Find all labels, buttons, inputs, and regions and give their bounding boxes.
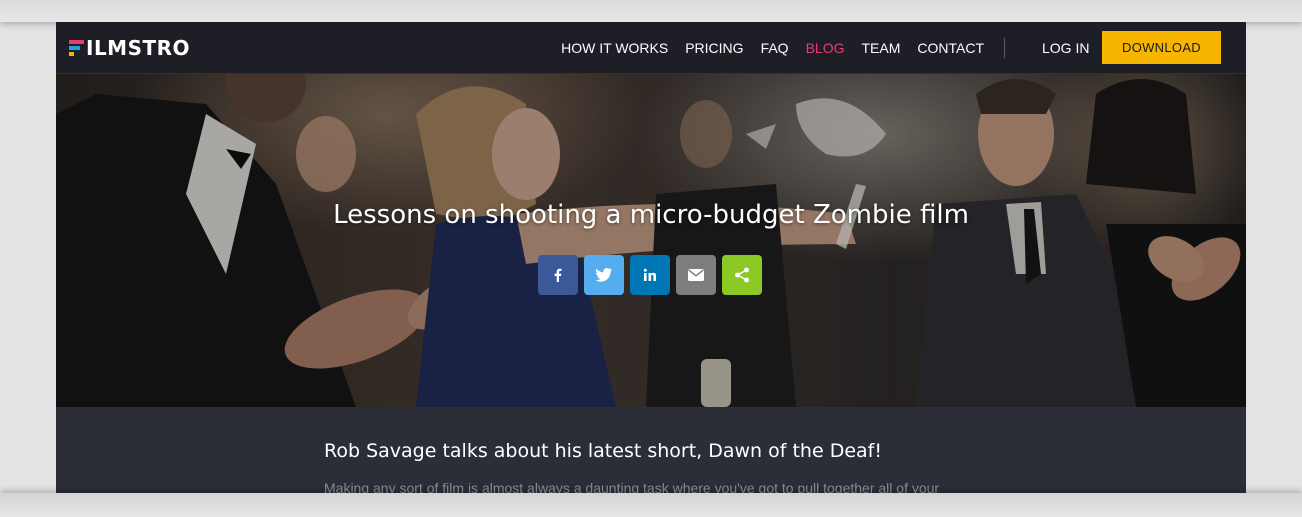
navbar: ILMSTRO HOW IT WORKS PRICING FAQ BLOG TE… [56,22,1246,74]
more-share-button[interactable] [722,255,762,295]
website-frame: ILMSTRO HOW IT WORKS PRICING FAQ BLOG TE… [56,22,1246,493]
filmstro-logo[interactable]: ILMSTRO [69,35,190,61]
linkedin-share-button[interactable] [630,255,670,295]
nav-item-team[interactable]: TEAM [861,40,900,56]
login-link[interactable]: LOG IN [1042,22,1089,74]
hero-banner: Lessons on shooting a micro-budget Zombi… [56,74,1246,407]
email-share-button[interactable] [676,255,716,295]
hero-title: Lessons on shooting a micro-budget Zombi… [333,200,969,230]
page-bottom-shadow [0,493,1302,517]
logo-mark-icon [69,39,84,57]
nav-item-how-it-works[interactable]: HOW IT WORKS [561,40,668,56]
nav-item-blog[interactable]: BLOG [806,40,845,56]
main-nav: HOW IT WORKS PRICING FAQ BLOG TEAM CONTA… [544,22,1005,74]
article-section: Rob Savage talks about his latest short,… [56,407,1246,493]
nav-item-contact[interactable]: CONTACT [917,40,984,56]
article-heading: Rob Savage talks about his latest short,… [324,440,882,462]
facebook-share-button[interactable] [538,255,578,295]
share-buttons [538,255,762,295]
page-top-shadow [0,0,1302,22]
download-button[interactable]: DOWNLOAD [1102,31,1221,64]
share-icon [735,267,749,283]
linkedin-icon [643,268,656,281]
twitter-icon [596,268,612,282]
logo-text: ILMSTRO [86,36,191,60]
email-icon [688,269,704,281]
twitter-share-button[interactable] [584,255,624,295]
article-excerpt: Making any sort of film is almost always… [324,480,940,493]
hero-dark-overlay [56,74,1246,407]
nav-divider [1004,38,1005,58]
nav-item-pricing[interactable]: PRICING [685,40,743,56]
nav-item-faq[interactable]: FAQ [761,40,789,56]
facebook-icon [554,268,562,282]
